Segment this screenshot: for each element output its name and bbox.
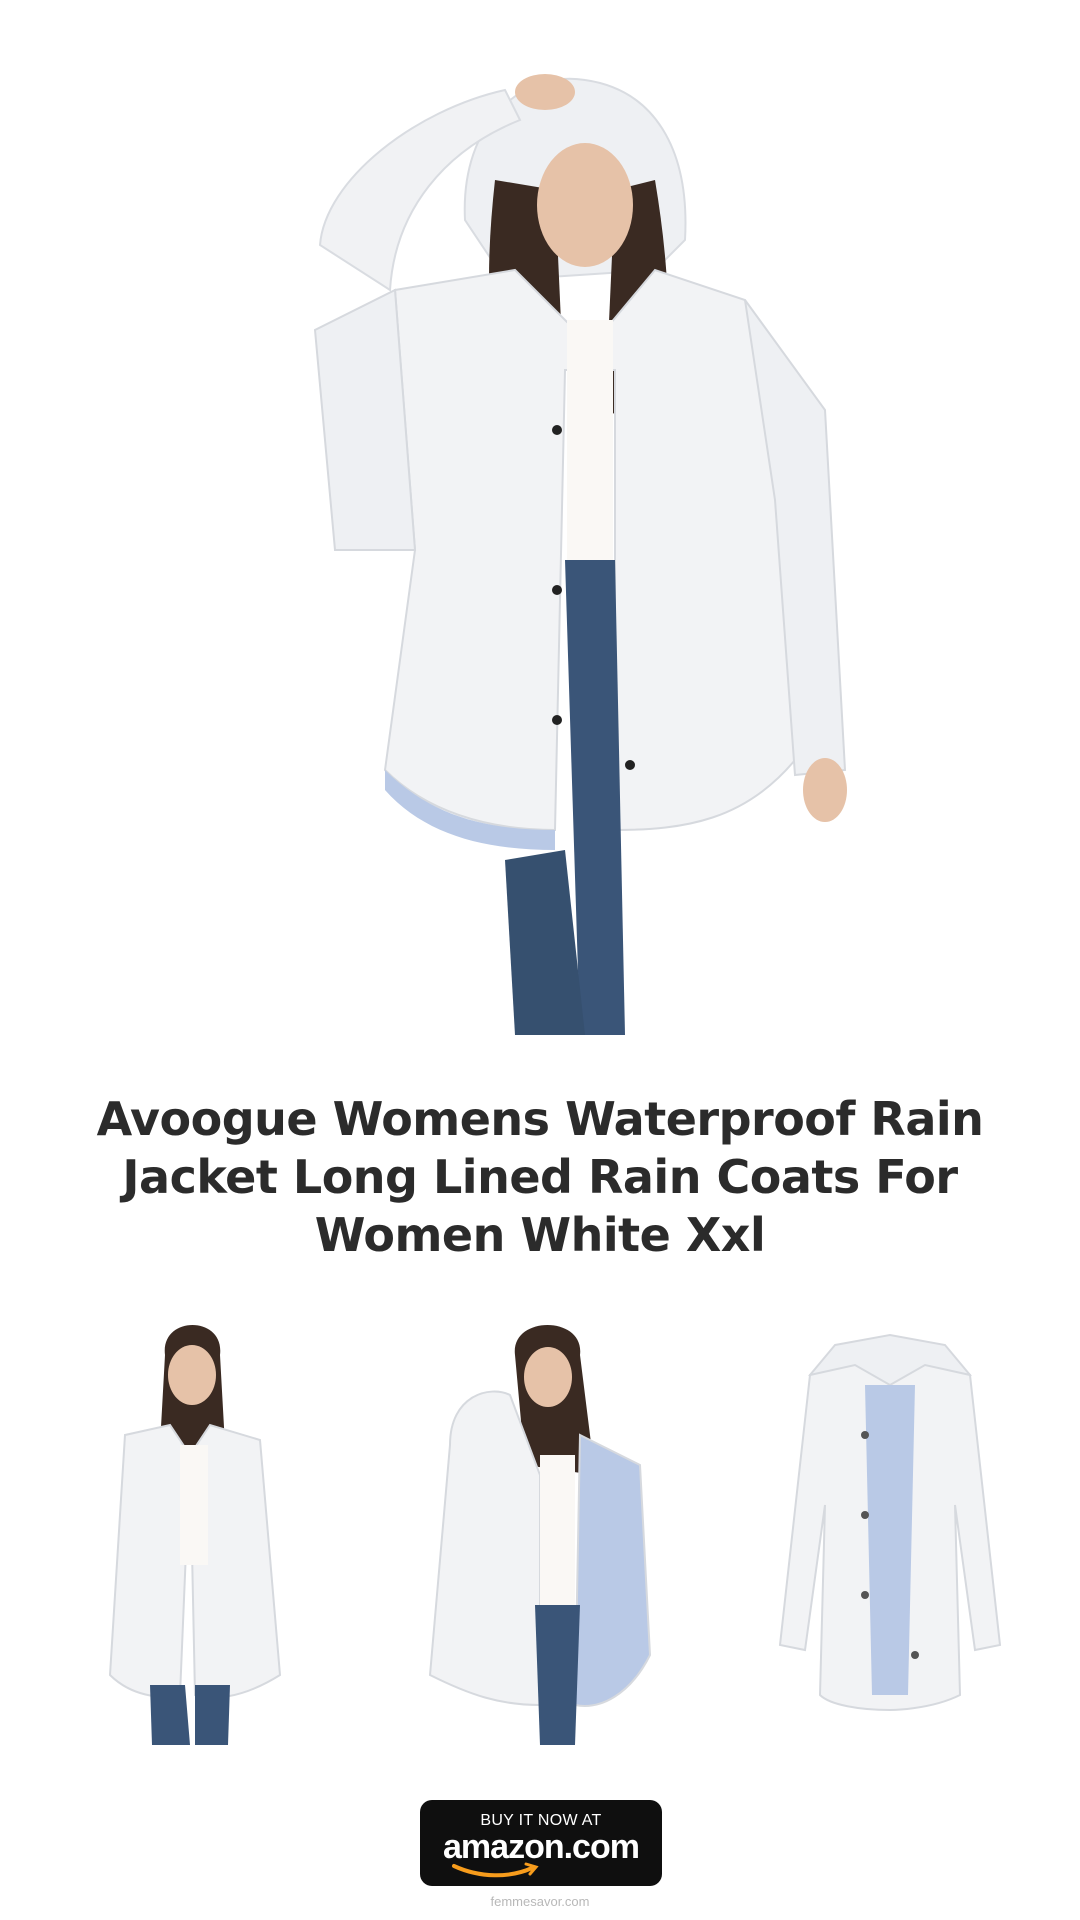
product-title: Avoogue Womens Waterproof Rain Jacket Lo…: [96, 1092, 984, 1262]
hero-product-image: [185, 30, 905, 1035]
buy-on-amazon-button[interactable]: BUY IT NOW AT amazon.com: [420, 1800, 662, 1886]
thumbnail-model-open-lining[interactable]: [390, 1315, 690, 1745]
thumbnail-flat-lay[interactable]: [740, 1315, 1040, 1745]
amazon-smile-icon: [452, 1862, 539, 1878]
site-watermark: femmesavor.com: [490, 1894, 590, 1909]
thumbnail-model-front[interactable]: [40, 1315, 340, 1745]
